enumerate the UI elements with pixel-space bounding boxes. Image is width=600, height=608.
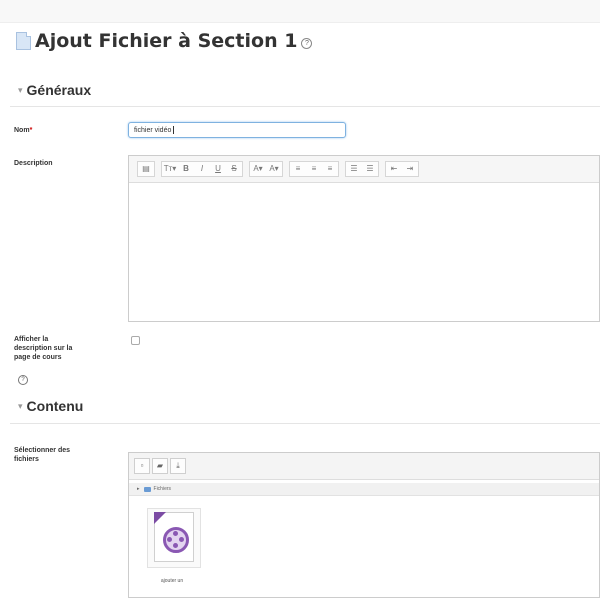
path-chevron-icon: ▸ [137, 486, 140, 492]
background-color-icon[interactable]: A▾ [266, 162, 282, 176]
unordered-list-icon[interactable]: ☰ [346, 162, 362, 176]
select-files-label-line-2: fichiers [14, 456, 39, 463]
chevron-down-icon: ▾ [18, 400, 23, 411]
required-mark: * [29, 127, 33, 134]
add-file-icon[interactable]: ▫ [134, 458, 150, 474]
section-content[interactable]: ▾ Contenu [18, 398, 83, 414]
text-color-icon[interactable]: A▾ [250, 162, 266, 176]
toolbar-group-1: ▤ [137, 161, 155, 177]
chevron-down-icon: ▾ [18, 84, 23, 95]
file-manager[interactable]: ▫ ▰ ⤓ ▸ Fichiers [128, 452, 600, 598]
text-caret [173, 126, 175, 135]
select-files-label: Sélectionner des fichiers [14, 446, 70, 464]
toolbar-group-4: ≡ ≡ ≡ [289, 161, 339, 177]
reel-hole [173, 531, 178, 536]
bold-icon[interactable]: B [178, 162, 194, 176]
top-strip [0, 0, 600, 23]
video-file-icon [154, 512, 194, 562]
reel-hole [167, 537, 172, 542]
reel-hole [173, 543, 178, 548]
show-description-label-line-2: description sur la [14, 345, 73, 352]
page: Ajout Fichier à Section 1 ? ▾ Généraux N… [0, 0, 600, 608]
strikethrough-icon[interactable]: S [226, 162, 242, 176]
description-label: Description [14, 160, 53, 167]
help-icon-small[interactable]: ? [18, 375, 28, 385]
italic-icon[interactable]: I [194, 162, 210, 176]
editor-toolbar: ▤ Tт▾ B I U S A▾ A▾ ≡ ≡ ≡ ☰ ☰ ⇤ ⇥ [129, 156, 599, 183]
file-manager-toolbar: ▫ ▰ ⤓ [129, 453, 599, 480]
toolbar-group-3: A▾ A▾ [249, 161, 283, 177]
show-description-label-line-3: page de cours [14, 354, 62, 361]
align-left-icon[interactable]: ≡ [290, 162, 306, 176]
name-label: Nom* [14, 126, 32, 135]
description-editor[interactable]: ▤ Tт▾ B I U S A▾ A▾ ≡ ≡ ≡ ☰ ☰ ⇤ ⇥ [128, 155, 600, 322]
help-icon[interactable]: ? [301, 37, 313, 49]
name-input-value: fichier vidéo [134, 127, 172, 134]
outdent-icon[interactable]: ⇤ [386, 162, 402, 176]
section-divider [10, 106, 600, 107]
section-content-title: Contenu [26, 398, 84, 414]
indent-icon[interactable]: ⇥ [402, 162, 418, 176]
section-general-title: Généraux [26, 82, 92, 98]
download-icon[interactable]: ⤓ [170, 458, 186, 474]
select-files-label-line-1: Sélectionner des [14, 447, 71, 454]
collapse-icon[interactable]: ▤ [138, 162, 154, 176]
toolbar-group-5: ☰ ☰ [345, 161, 379, 177]
show-description-label: Afficher la description sur la page de c… [14, 335, 72, 362]
path-label[interactable]: Fichiers [154, 486, 172, 492]
title-row: Ajout Fichier à Section 1 ? [16, 30, 313, 52]
file-tile[interactable] [147, 508, 201, 568]
underline-icon[interactable]: U [210, 162, 226, 176]
folder-icon [143, 486, 151, 492]
create-folder-icon[interactable]: ▰ [152, 458, 168, 474]
ordered-list-icon[interactable]: ☰ [362, 162, 378, 176]
show-description-label-line-1: Afficher la [14, 336, 49, 343]
font-size-icon[interactable]: Tт▾ [162, 162, 178, 176]
toolbar-group-2: Tт▾ B I U S [161, 161, 243, 177]
align-right-icon[interactable]: ≡ [322, 162, 338, 176]
video-file-corner [154, 512, 166, 524]
film-reel-icon [163, 527, 189, 553]
page-title: Ajout Fichier à Section 1 [35, 30, 298, 52]
name-label-text: Nom [14, 127, 30, 134]
name-input[interactable]: fichier vidéo [128, 122, 346, 138]
align-center-icon[interactable]: ≡ [306, 162, 322, 176]
file-caption: ajouter un [160, 578, 184, 584]
reel-hole [179, 537, 184, 542]
page-icon [16, 32, 31, 50]
section-general[interactable]: ▾ Généraux [18, 82, 91, 98]
file-path-bar: ▸ Fichiers [129, 483, 599, 496]
toolbar-group-6: ⇤ ⇥ [385, 161, 419, 177]
section-divider [10, 423, 600, 424]
show-description-checkbox[interactable] [131, 336, 140, 345]
